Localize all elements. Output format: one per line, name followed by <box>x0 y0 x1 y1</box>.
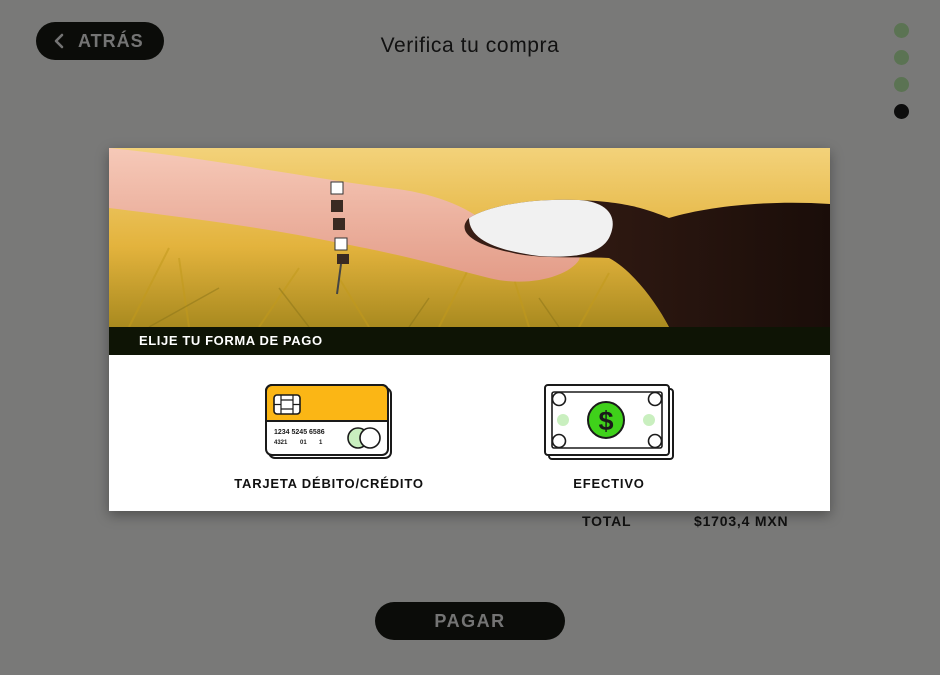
hero-image-hand-and-paw <box>109 148 830 327</box>
card-number-text: 1234 5245 6586 <box>274 429 325 436</box>
card-small-text-1: 4321 <box>274 440 288 446</box>
card-small-text-2: 01 <box>300 440 307 446</box>
credit-card-icon: 1234 5245 6586 4321 01 1 <box>265 384 392 459</box>
payment-method-modal: ELIJE TU FORMA DE PAGO 1234 5245 6586 43… <box>109 148 830 511</box>
cash-bill-icon: $ <box>544 384 674 460</box>
cash-payment-option[interactable]: $ EFECTIVO <box>489 384 729 491</box>
svg-text:$: $ <box>598 406 613 436</box>
modal-title: ELIJE TU FORMA DE PAGO <box>109 327 830 355</box>
card-payment-option[interactable]: 1234 5245 6586 4321 01 1 TARJETA DÉBITO/… <box>209 384 449 491</box>
card-option-label: TARJETA DÉBITO/CRÉDITO <box>234 476 424 491</box>
cash-option-label: EFECTIVO <box>573 476 645 491</box>
